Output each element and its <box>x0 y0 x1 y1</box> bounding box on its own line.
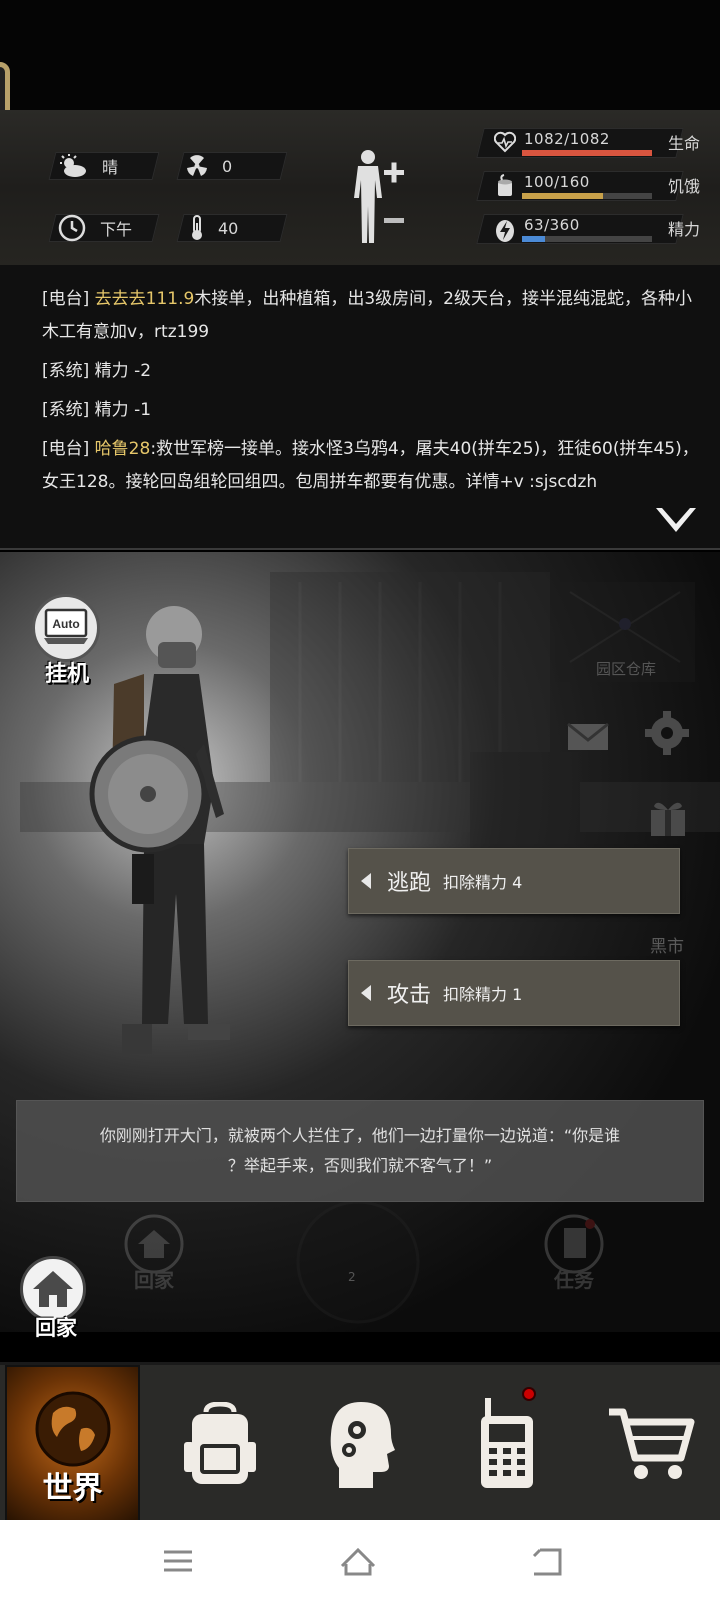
radio-tab[interactable] <box>462 1365 552 1523</box>
life-value: 1082/1082 <box>524 130 610 148</box>
temperature-value: 40 <box>218 218 239 238</box>
attack-label: 攻击 <box>387 983 432 1008</box>
status-panel: 晴 0 下午 40 1082/1082 生命 100/160 饥饿 63/360… <box>0 110 720 265</box>
head-gears-icon <box>330 1402 395 1488</box>
mail-icon[interactable] <box>566 722 610 752</box>
attack-cost: 扣除精力 1 <box>443 985 523 1004</box>
flee-action-button[interactable]: 逃跑 扣除精力 4 <box>348 848 680 914</box>
world-tab[interactable]: 世界 <box>5 1365 140 1523</box>
weather-tag: 晴 <box>58 152 118 180</box>
black-market-button[interactable]: 黑市 <box>650 932 684 957</box>
body-status-icon[interactable] <box>348 148 410 246</box>
log-message-4: [电台] 哈鲁28:救世军榜一接单。接水怪3乌鸦4，屠夫40(拼车25)，狂徒6… <box>42 439 699 492</box>
radiation-icon <box>187 155 207 176</box>
flee-label: 逃跑 <box>387 871 432 896</box>
left-arrow-icon <box>361 873 371 889</box>
time-text: 下午 <box>100 220 133 239</box>
battle-scene: Auto 挂机 园区仓库 黑市 逃跑 扣除精力 4 攻击 扣除精力 1 回家 任… <box>0 552 720 1332</box>
message-log[interactable]: [电台] 去去去111.9木接单，出种植箱，出3级房间，2级天台，接半混纯混蛇，… <box>0 265 720 550</box>
temperature-tag: 40 <box>190 214 238 242</box>
globe-icon <box>35 1391 110 1467</box>
minus-icon <box>384 218 404 223</box>
park-warehouse-button[interactable]: 园区仓库 <box>596 658 656 679</box>
world-label: 世界 <box>42 1471 103 1506</box>
svg-text:Auto: Auto <box>52 617 79 631</box>
player-character <box>89 606 230 1054</box>
radiation-value: 0 <box>222 156 233 176</box>
life-bar: 1082/1082 生命 <box>476 128 710 160</box>
clock-icon <box>58 214 86 242</box>
skills-tab[interactable] <box>312 1365 412 1523</box>
bottom-navigation: 世界 <box>0 1362 720 1523</box>
hunger-bar: 100/160 饥饿 <box>476 171 710 203</box>
task-button-faded[interactable]: 任务 <box>538 1214 610 1293</box>
backpack-tab[interactable] <box>170 1365 270 1523</box>
left-arrow-icon <box>361 985 371 1001</box>
backpack-icon <box>184 1402 256 1484</box>
sun-cloud-icon <box>60 154 86 177</box>
radiation-tag: 0 <box>186 152 232 180</box>
notification-dot <box>522 1387 536 1401</box>
top-blank-area <box>0 0 720 110</box>
dialog-line-1: 你刚刚打开大门，就被两个人拦住了，他们一边打量你一边说道：“你是谁 <box>99 1126 621 1145</box>
event-dialog: 你刚刚打开大门，就被两个人拦住了，他们一边打量你一边说道：“你是谁 ？举起手来，… <box>16 1100 704 1202</box>
log-message-2: [系统] 精力 -2 <box>42 361 152 381</box>
energy-bar: 63/360 精力 <box>476 214 710 246</box>
life-label: 生命 <box>667 134 700 153</box>
energy-value: 63/360 <box>524 216 580 234</box>
menu-icon[interactable] <box>162 1546 194 1576</box>
page-indicator: 2 <box>348 1270 356 1284</box>
home-button[interactable]: 回家 <box>20 1256 92 1342</box>
weather-text: 晴 <box>102 158 119 177</box>
shopping-cart-icon <box>609 1408 695 1479</box>
home-system-icon[interactable] <box>338 1546 378 1578</box>
hunger-label: 饥饿 <box>667 177 700 196</box>
food-can-icon <box>498 174 512 196</box>
home-label: 回家 <box>35 1316 77 1340</box>
log-message-3: [系统] 精力 -1 <box>42 400 152 420</box>
energy-label: 精力 <box>667 220 700 239</box>
plus-icon <box>384 162 404 183</box>
time-tag: 下午 <box>58 214 132 242</box>
heart-icon <box>494 131 516 153</box>
system-navigation-bar <box>0 1520 720 1605</box>
flee-cost: 扣除精力 4 <box>443 873 523 892</box>
log-message-1: [电台] 去去去111.9木接单，出种植箱，出3级房间，2级天台，接半混纯混蛇，… <box>42 289 692 342</box>
walkie-talkie-icon <box>481 1398 533 1488</box>
thermometer-icon <box>192 215 202 240</box>
attack-action-button[interactable]: 攻击 扣除精力 1 <box>348 960 680 1026</box>
shop-tab[interactable] <box>600 1365 700 1523</box>
hunger-value: 100/160 <box>524 173 590 191</box>
energy-bolt-icon <box>496 220 514 242</box>
gift-icon[interactable] <box>648 798 688 838</box>
home-button-faded: 回家 <box>118 1214 190 1293</box>
settings-gear-icon[interactable] <box>644 710 690 756</box>
back-icon[interactable] <box>530 1546 564 1578</box>
dialog-line-2: ？举起手来，否则我们就不客气了！” <box>227 1156 493 1175</box>
expand-chevron-icon[interactable] <box>654 506 698 536</box>
